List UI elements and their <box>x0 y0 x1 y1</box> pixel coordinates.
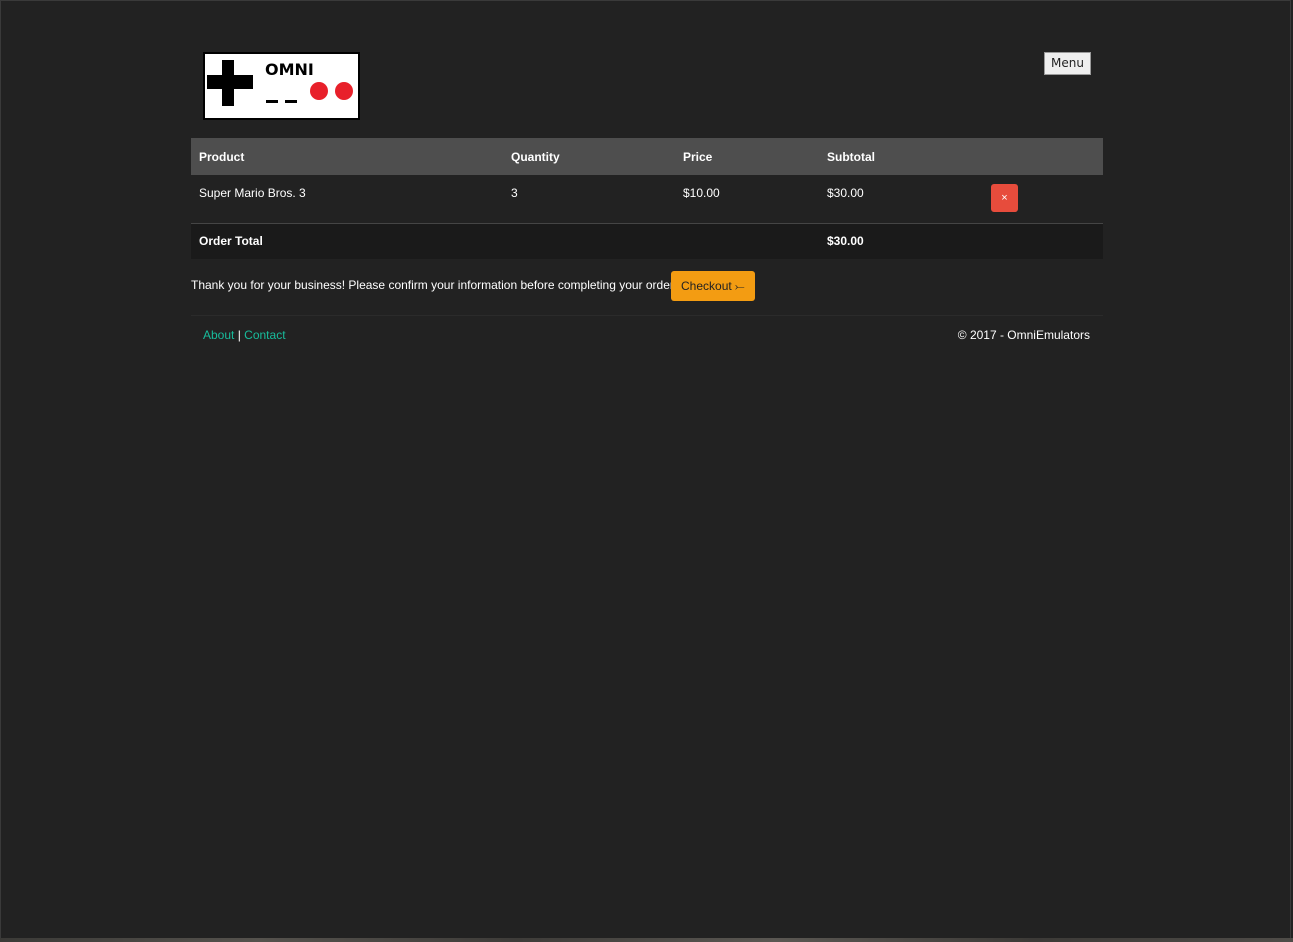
main-container: OMNI Menu Product Quantity Price Subtota… <box>191 0 1103 356</box>
footer-separator: | <box>237 328 241 342</box>
order-total-row: Order Total $30.00 <box>191 223 1103 259</box>
remove-item-button[interactable]: × <box>991 184 1018 212</box>
column-header-subtotal: Subtotal <box>827 149 875 164</box>
row-actions: × <box>983 175 1103 223</box>
copyright-text: © 2017 - OmniEmulators <box>957 328 1090 342</box>
product-quantity: 3 <box>511 186 518 200</box>
column-header-quantity: Quantity <box>511 149 560 164</box>
site-logo[interactable]: OMNI <box>203 52 360 120</box>
checkout-section: Thank you for your business! Please conf… <box>191 259 1103 316</box>
contact-link[interactable]: Contact <box>244 328 285 342</box>
checkout-button[interactable]: Checkout ⤚ <box>671 271 755 301</box>
order-total-label: Order Total <box>199 234 263 249</box>
menu-button[interactable]: Menu <box>1044 52 1091 75</box>
desktop-background-strip <box>0 938 1293 942</box>
checkout-message: Thank you for your business! Please conf… <box>191 278 677 292</box>
order-total-value: $30.00 <box>827 234 864 249</box>
column-header-product: Product <box>199 149 245 164</box>
table-row: Super Mario Bros. 3 3 $10.00 $30.00 × <box>191 175 1103 223</box>
product-subtotal: $30.00 <box>827 186 864 200</box>
gamepad-logo-icon: OMNI <box>207 60 353 106</box>
site-footer: About | Contact © 2017 - OmniEmulators <box>191 316 1103 356</box>
logo-text: OMNI <box>265 60 314 79</box>
site-header: OMNI Menu <box>191 0 1103 138</box>
column-header-price: Price <box>683 149 713 164</box>
footer-links: About | Contact <box>203 328 286 342</box>
product-price: $10.00 <box>683 186 720 200</box>
cart-table: Product Quantity Price Subtotal Super Ma… <box>191 138 1103 259</box>
product-name: Super Mario Bros. 3 <box>199 186 306 200</box>
column-header-actions <box>983 138 1103 175</box>
cart-header-row: Product Quantity Price Subtotal <box>191 138 1103 175</box>
about-link[interactable]: About <box>203 328 234 342</box>
